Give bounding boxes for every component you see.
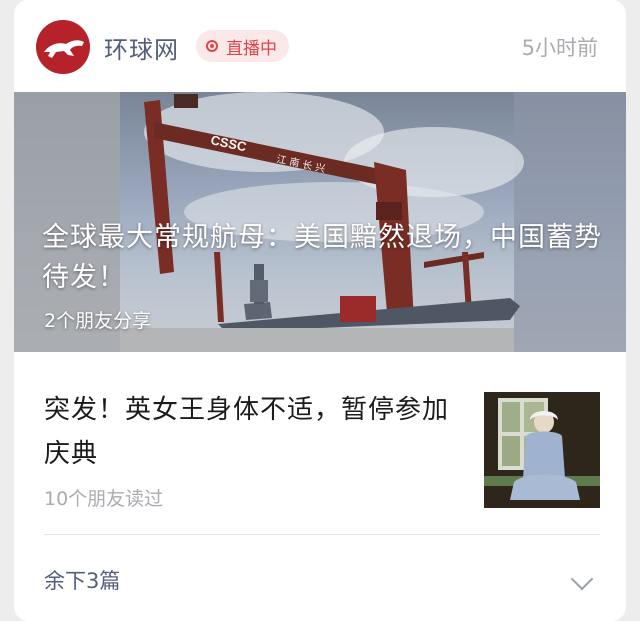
live-dot-icon bbox=[206, 40, 218, 52]
hero-title: 全球最大常规航母：美国黯然退场，中国蓄势待发！ bbox=[42, 222, 602, 293]
live-badge[interactable]: 直播中 bbox=[196, 30, 289, 62]
article-item[interactable]: 突发！英女王身体不适，暂停参加庆典 10个朋友读过 bbox=[14, 352, 626, 532]
article-thumbnail bbox=[484, 392, 600, 508]
card-header: 环球网 直播中 5小时前 bbox=[14, 0, 626, 92]
article-title: 突发！英女王身体不适，暂停参加庆典 bbox=[44, 395, 450, 469]
source-name[interactable]: 环球网 bbox=[104, 30, 179, 65]
hero-article[interactable]: CSSC 江 南 长 兴 全球最大常规航母：美国黯然退场，中国蓄势待发！ 2个朋… bbox=[14, 92, 626, 352]
live-label: 直播中 bbox=[226, 38, 277, 59]
chevron-down-icon bbox=[570, 567, 594, 591]
tiger-logo-icon[interactable] bbox=[36, 20, 90, 74]
time-ago: 5小时前 bbox=[521, 36, 598, 60]
show-more-button[interactable]: 余下3篇 bbox=[14, 535, 626, 621]
more-label: 余下3篇 bbox=[44, 569, 121, 593]
feed-card: 环球网 直播中 5小时前 CSSC 江 南 长 兴 全球最大常规航母：美国黯然退… bbox=[14, 0, 626, 621]
hero-share-count: 2个朋友分享 bbox=[44, 310, 152, 332]
article-read-count: 10个朋友读过 bbox=[44, 488, 164, 510]
